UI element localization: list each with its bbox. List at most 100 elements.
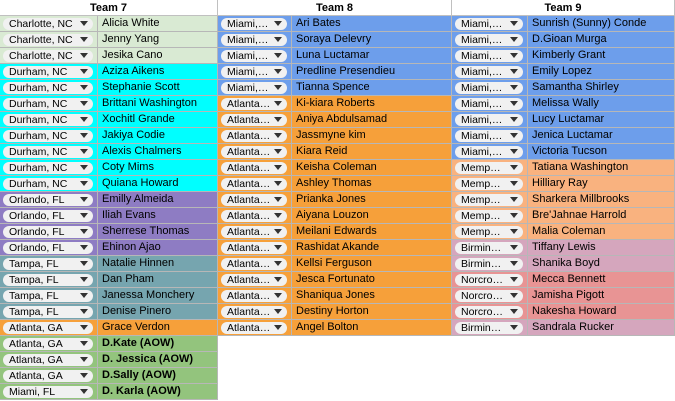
- city-dropdown[interactable]: Durham, NC: [3, 98, 93, 110]
- team9-city-cell[interactable]: Miami,…: [452, 16, 528, 32]
- city-dropdown[interactable]: Atlanta…: [221, 98, 287, 110]
- chevron-down-icon[interactable]: [510, 133, 518, 138]
- city-dropdown[interactable]: Atlanta…: [221, 146, 287, 158]
- city-dropdown[interactable]: Tampa, FL: [3, 274, 93, 286]
- team7-city-cell[interactable]: Orlando, FL: [0, 208, 98, 224]
- team9-city-cell[interactable]: Miami,…: [452, 80, 528, 96]
- chevron-down-icon[interactable]: [274, 21, 282, 26]
- city-dropdown[interactable]: Miami,…: [455, 82, 523, 94]
- city-dropdown[interactable]: Atlanta…: [221, 274, 287, 286]
- city-dropdown[interactable]: Durham, NC: [3, 178, 93, 190]
- team7-name-cell[interactable]: Jesika Cano: [98, 48, 218, 64]
- team7-city-cell[interactable]: Durham, NC: [0, 64, 98, 80]
- team9-city-cell[interactable]: Norcro…: [452, 272, 528, 288]
- team8-name-cell[interactable]: Destiny Horton: [292, 304, 452, 320]
- team7-name-cell[interactable]: Jenny Yang: [98, 32, 218, 48]
- city-dropdown[interactable]: Orlando, FL: [3, 242, 93, 254]
- team7-city-cell[interactable]: Charlotte, NC: [0, 32, 98, 48]
- team8-city-cell[interactable]: Atlanta…: [218, 224, 292, 240]
- team7-city-cell[interactable]: Atlanta, GA: [0, 320, 98, 336]
- city-dropdown[interactable]: Miami,…: [221, 50, 287, 62]
- city-dropdown[interactable]: Atlanta…: [221, 290, 287, 302]
- team7-name-cell[interactable]: Dan Pham: [98, 272, 218, 288]
- city-dropdown[interactable]: Memp…: [455, 226, 523, 238]
- team8-name-cell[interactable]: Angel Bolton: [292, 320, 452, 336]
- chevron-down-icon[interactable]: [80, 197, 88, 202]
- team9-name-cell[interactable]: Jenica Luctamar: [528, 128, 675, 144]
- chevron-down-icon[interactable]: [80, 149, 88, 154]
- team9-city-cell[interactable]: Memp…: [452, 176, 528, 192]
- team8-name-cell[interactable]: Aiyana Louzon: [292, 208, 452, 224]
- chevron-down-icon[interactable]: [80, 85, 88, 90]
- city-dropdown[interactable]: Durham, NC: [3, 130, 93, 142]
- team7-name-cell[interactable]: Iliah Evans: [98, 208, 218, 224]
- team7-name-cell[interactable]: Alicia White: [98, 16, 218, 32]
- team8-name-cell[interactable]: Kellsi Ferguson: [292, 256, 452, 272]
- city-dropdown[interactable]: Durham, NC: [3, 162, 93, 174]
- city-dropdown[interactable]: Memp…: [455, 194, 523, 206]
- city-dropdown[interactable]: Durham, NC: [3, 114, 93, 126]
- team7-city-cell[interactable]: Tampa, FL: [0, 304, 98, 320]
- chevron-down-icon[interactable]: [274, 37, 282, 42]
- city-dropdown[interactable]: Birmin…: [455, 242, 523, 254]
- team7-name-cell[interactable]: Aziza Aikens: [98, 64, 218, 80]
- chevron-down-icon[interactable]: [80, 341, 88, 346]
- chevron-down-icon[interactable]: [274, 213, 282, 218]
- team7-city-cell[interactable]: Durham, NC: [0, 128, 98, 144]
- city-dropdown[interactable]: Charlotte, NC: [3, 50, 93, 62]
- city-dropdown[interactable]: Atlanta…: [221, 210, 287, 222]
- chevron-down-icon[interactable]: [510, 149, 518, 154]
- chevron-down-icon[interactable]: [510, 85, 518, 90]
- city-dropdown[interactable]: Atlanta, GA: [3, 322, 93, 334]
- team8-city-cell[interactable]: Atlanta…: [218, 128, 292, 144]
- team9-name-cell[interactable]: Mecca Bennett: [528, 272, 675, 288]
- chevron-down-icon[interactable]: [274, 101, 282, 106]
- chevron-down-icon[interactable]: [510, 229, 518, 234]
- team8-city-cell[interactable]: Atlanta…: [218, 112, 292, 128]
- city-dropdown[interactable]: Atlanta…: [221, 322, 287, 334]
- city-dropdown[interactable]: Miami,…: [455, 34, 523, 46]
- chevron-down-icon[interactable]: [274, 85, 282, 90]
- chevron-down-icon[interactable]: [510, 53, 518, 58]
- city-dropdown[interactable]: Charlotte, NC: [3, 18, 93, 30]
- chevron-down-icon[interactable]: [274, 165, 282, 170]
- team7-name-cell[interactable]: Jakiya Codie: [98, 128, 218, 144]
- team9-name-cell[interactable]: D.Gioan Murga: [528, 32, 675, 48]
- chevron-down-icon[interactable]: [274, 245, 282, 250]
- team8-city-cell[interactable]: Atlanta…: [218, 192, 292, 208]
- chevron-down-icon[interactable]: [274, 277, 282, 282]
- chevron-down-icon[interactable]: [510, 197, 518, 202]
- team9-name-cell[interactable]: Jamisha Pigott: [528, 288, 675, 304]
- team8-city-cell[interactable]: Atlanta…: [218, 176, 292, 192]
- chevron-down-icon[interactable]: [510, 293, 518, 298]
- team8-name-cell[interactable]: Shaniqua Jones: [292, 288, 452, 304]
- team7-name-cell[interactable]: D. Jessica (AOW): [98, 352, 218, 368]
- chevron-down-icon[interactable]: [274, 117, 282, 122]
- team9-city-cell[interactable]: Miami,…: [452, 48, 528, 64]
- team9-city-cell[interactable]: Birmin…: [452, 320, 528, 336]
- city-dropdown[interactable]: Miami,…: [455, 66, 523, 78]
- city-dropdown[interactable]: Atlanta…: [221, 178, 287, 190]
- city-dropdown[interactable]: Atlanta…: [221, 130, 287, 142]
- chevron-down-icon[interactable]: [510, 165, 518, 170]
- city-dropdown[interactable]: Tampa, FL: [3, 306, 93, 318]
- team9-city-cell[interactable]: Memp…: [452, 160, 528, 176]
- team7-name-cell[interactable]: D.Sally (AOW): [98, 368, 218, 384]
- team8-name-cell[interactable]: Ari Bates: [292, 16, 452, 32]
- city-dropdown[interactable]: Atlanta…: [221, 162, 287, 174]
- team9-name-cell[interactable]: Melissa Wally: [528, 96, 675, 112]
- team7-city-cell[interactable]: Tampa, FL: [0, 256, 98, 272]
- team7-city-cell[interactable]: Tampa, FL: [0, 288, 98, 304]
- chevron-down-icon[interactable]: [80, 325, 88, 330]
- team9-name-cell[interactable]: Malia Coleman: [528, 224, 675, 240]
- chevron-down-icon[interactable]: [80, 309, 88, 314]
- team8-name-cell[interactable]: Prianka Jones: [292, 192, 452, 208]
- city-dropdown[interactable]: Norcro…: [455, 290, 523, 302]
- chevron-down-icon[interactable]: [510, 213, 518, 218]
- team8-city-cell[interactable]: Atlanta…: [218, 320, 292, 336]
- chevron-down-icon[interactable]: [510, 309, 518, 314]
- team9-name-cell[interactable]: Victoria Tucson: [528, 144, 675, 160]
- team7-name-cell[interactable]: Quiana Howard: [98, 176, 218, 192]
- chevron-down-icon[interactable]: [274, 133, 282, 138]
- city-dropdown[interactable]: Miami,…: [455, 50, 523, 62]
